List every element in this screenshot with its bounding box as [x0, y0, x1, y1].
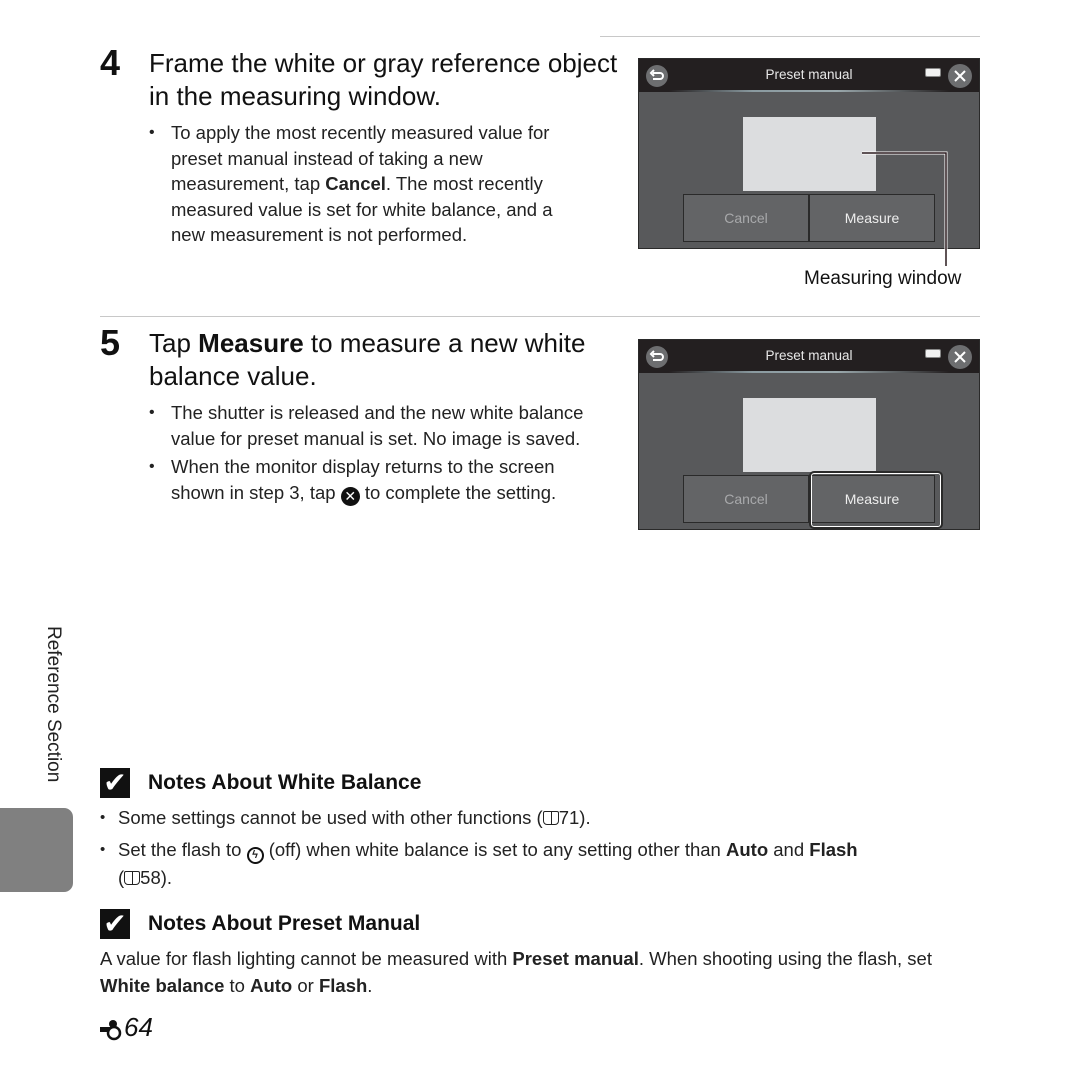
page-number: 64 [100, 1012, 153, 1043]
close-icon[interactable] [948, 345, 972, 369]
battery-icon [925, 349, 941, 358]
close-icon[interactable] [948, 64, 972, 88]
section-label: Reference Section [43, 626, 64, 783]
reference-section-icon [100, 1017, 122, 1040]
measuring-window-callout-line [862, 151, 948, 266]
cancel-button[interactable]: Cancel [683, 475, 809, 523]
measuring-window [743, 117, 876, 191]
step-4-number: 4 [100, 42, 121, 83]
screen-title-bar: Preset manual [639, 59, 979, 92]
notes-white-balance-heading: ✔ Notes About White Balance [100, 768, 421, 798]
measure-highlight-frame [809, 471, 943, 529]
book-icon [542, 811, 559, 825]
notes-preset-manual-heading: ✔ Notes About Preset Manual [100, 909, 420, 939]
note-bullet: Some settings cannot be used with other … [100, 804, 960, 831]
screen-title-bar: Preset manual [639, 340, 979, 373]
flash-off-icon: ϟ [246, 847, 264, 864]
book-icon [124, 871, 141, 885]
battery-icon [925, 68, 941, 77]
title-bar-divider [669, 371, 949, 373]
notes-preset-manual-text: A value for flash lighting cannot be mea… [100, 948, 932, 996]
notes-white-balance-bullets: Some settings cannot be used with other … [100, 804, 960, 896]
note-bullet: Set the flash to ϟ (off) when white bala… [100, 836, 960, 891]
step-5-bullet: When the monitor display returns to the … [149, 454, 609, 506]
step-5-bullets: The shutter is released and the new whit… [149, 400, 609, 509]
top-rule [600, 36, 980, 37]
cancel-button[interactable]: Cancel [683, 194, 809, 242]
step-5-number: 5 [100, 322, 121, 363]
page-link[interactable]: 71 [559, 807, 580, 828]
step-4-title: Frame the white or gray reference object… [149, 48, 618, 111]
close-circle-icon: ✕ [340, 486, 360, 506]
section-divider [100, 316, 980, 317]
measuring-window-label: Measuring window [804, 268, 962, 289]
page-link[interactable]: 58 [140, 867, 161, 888]
checkmark-icon: ✔ [100, 909, 130, 939]
camera-screen-step5: Preset manual Cancel Measure [638, 339, 980, 530]
checkmark-icon: ✔ [100, 768, 130, 798]
step-4-bullet: To apply the most recently measured valu… [149, 120, 589, 248]
step-4-bullets: To apply the most recently measured valu… [149, 120, 589, 251]
title-bar-divider [669, 90, 949, 92]
section-tab[interactable] [0, 808, 73, 892]
step-5-bullet: The shutter is released and the new whit… [149, 400, 609, 451]
step-5-title: Tap Measure to measure a new white balan… [149, 328, 586, 391]
measuring-window [743, 398, 876, 472]
